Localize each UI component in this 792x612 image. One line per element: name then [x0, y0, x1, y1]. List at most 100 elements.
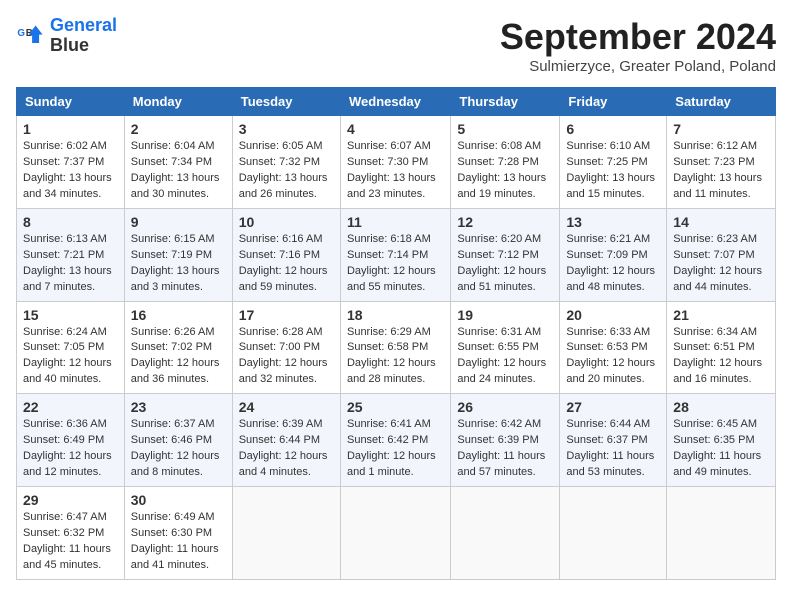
day-number: 24: [239, 399, 334, 415]
calendar-cell: 5 Sunrise: 6:08 AMSunset: 7:28 PMDaylight…: [451, 116, 560, 209]
calendar-cell: 3 Sunrise: 6:05 AMSunset: 7:32 PMDaylight…: [232, 116, 340, 209]
day-info: Sunrise: 6:28 AMSunset: 7:00 PMDaylight:…: [239, 325, 334, 389]
month-title: September 2024: [500, 16, 776, 58]
weekday-header-wednesday: Wednesday: [340, 88, 450, 116]
calendar-week-3: 15 Sunrise: 6:24 AMSunset: 7:05 PMDayligh…: [17, 301, 776, 394]
day-number: 8: [23, 214, 118, 230]
calendar-week-5: 29 Sunrise: 6:47 AMSunset: 6:32 PMDayligh…: [17, 487, 776, 580]
calendar-table: SundayMondayTuesdayWednesdayThursdayFrid…: [16, 87, 776, 580]
weekday-header-tuesday: Tuesday: [232, 88, 340, 116]
calendar-cell: 19 Sunrise: 6:31 AMSunset: 6:55 PMDayligh…: [451, 301, 560, 394]
calendar-cell: 11Sunrise: 6:18 AMSunset: 7:14 PMDayligh…: [340, 208, 450, 301]
day-number: 27: [566, 399, 660, 415]
day-info: Sunrise: 6:07 AMSunset: 7:30 PMDaylight:…: [347, 139, 444, 203]
logo-line2: Blue: [50, 36, 117, 56]
day-info: Sunrise: 6:47 AMSunset: 6:32 PMDaylight:…: [23, 510, 118, 574]
weekday-header-monday: Monday: [124, 88, 232, 116]
location-subtitle: Sulmierzyce, Greater Poland, Poland: [500, 58, 776, 75]
day-info: Sunrise: 6:10 AMSunset: 7:25 PMDaylight:…: [566, 139, 660, 203]
day-info: Sunrise: 6:26 AMSunset: 7:02 PMDaylight:…: [131, 325, 226, 389]
day-number: 26: [457, 399, 553, 415]
calendar-cell: 17 Sunrise: 6:28 AMSunset: 7:00 PMDayligh…: [232, 301, 340, 394]
calendar-week-2: 8 Sunrise: 6:13 AMSunset: 7:21 PMDaylight…: [17, 208, 776, 301]
day-number: 21: [673, 307, 769, 323]
calendar-cell: 26 Sunrise: 6:42 AMSunset: 6:39 PMDayligh…: [451, 394, 560, 487]
calendar-cell: 4 Sunrise: 6:07 AMSunset: 7:30 PMDaylight…: [340, 116, 450, 209]
weekday-header-row: SundayMondayTuesdayWednesdayThursdayFrid…: [17, 88, 776, 116]
day-info: Sunrise: 6:33 AMSunset: 6:53 PMDaylight:…: [566, 325, 660, 389]
day-number: 29: [23, 492, 118, 508]
calendar-cell: 2Sunrise: 6:04 AMSunset: 7:34 PMDaylight…: [124, 116, 232, 209]
day-info: Sunrise: 6:05 AMSunset: 7:32 PMDaylight:…: [239, 139, 334, 203]
day-number: 28: [673, 399, 769, 415]
day-info: Sunrise: 6:37 AMSunset: 6:46 PMDaylight:…: [131, 417, 226, 481]
calendar-cell: [560, 487, 667, 580]
day-number: 4: [347, 121, 444, 137]
day-number: 19: [457, 307, 553, 323]
calendar-cell: 12Sunrise: 6:20 AMSunset: 7:12 PMDayligh…: [451, 208, 560, 301]
day-info: Sunrise: 6:21 AMSunset: 7:09 PMDaylight:…: [566, 232, 660, 296]
calendar-cell: 10 Sunrise: 6:16 AMSunset: 7:16 PMDayligh…: [232, 208, 340, 301]
calendar-cell: 24 Sunrise: 6:39 AMSunset: 6:44 PMDayligh…: [232, 394, 340, 487]
day-info: Sunrise: 6:36 AMSunset: 6:49 PMDaylight:…: [23, 417, 118, 481]
weekday-header-friday: Friday: [560, 88, 667, 116]
day-number: 6: [566, 121, 660, 137]
day-info: Sunrise: 6:39 AMSunset: 6:44 PMDaylight:…: [239, 417, 334, 481]
day-info: Sunrise: 6:23 AMSunset: 7:07 PMDaylight:…: [673, 232, 769, 296]
day-info: Sunrise: 6:31 AMSunset: 6:55 PMDaylight:…: [457, 325, 553, 389]
day-info: Sunrise: 6:20 AMSunset: 7:12 PMDaylight:…: [457, 232, 553, 296]
weekday-header-thursday: Thursday: [451, 88, 560, 116]
day-info: Sunrise: 6:29 AMSunset: 6:58 PMDaylight:…: [347, 325, 444, 389]
calendar-cell: [340, 487, 450, 580]
calendar-cell: 28 Sunrise: 6:45 AMSunset: 6:35 PMDayligh…: [667, 394, 776, 487]
logo-line1: General: [50, 15, 117, 35]
day-number: 15: [23, 307, 118, 323]
day-number: 22: [23, 399, 118, 415]
day-info: Sunrise: 6:41 AMSunset: 6:42 PMDaylight:…: [347, 417, 444, 481]
logo: G B General Blue: [16, 16, 117, 56]
day-info: Sunrise: 6:12 AMSunset: 7:23 PMDaylight:…: [673, 139, 769, 203]
day-number: 10: [239, 214, 334, 230]
calendar-cell: [232, 487, 340, 580]
day-number: 5: [457, 121, 553, 137]
day-number: 14: [673, 214, 769, 230]
day-number: 13: [566, 214, 660, 230]
calendar-cell: [667, 487, 776, 580]
day-number: 3: [239, 121, 334, 137]
day-number: 30: [131, 492, 226, 508]
calendar-cell: 25 Sunrise: 6:41 AMSunset: 6:42 PMDayligh…: [340, 394, 450, 487]
day-info: Sunrise: 6:49 AMSunset: 6:30 PMDaylight:…: [131, 510, 226, 574]
day-info: Sunrise: 6:24 AMSunset: 7:05 PMDaylight:…: [23, 325, 118, 389]
title-block: September 2024 Sulmierzyce, Greater Pola…: [500, 16, 776, 75]
calendar-week-1: 1 Sunrise: 6:02 AMSunset: 7:37 PMDaylight…: [17, 116, 776, 209]
calendar-cell: 27 Sunrise: 6:44 AMSunset: 6:37 PMDayligh…: [560, 394, 667, 487]
day-info: Sunrise: 6:02 AMSunset: 7:37 PMDaylight:…: [23, 139, 118, 203]
calendar-cell: 6 Sunrise: 6:10 AMSunset: 7:25 PMDaylight…: [560, 116, 667, 209]
calendar-cell: 20Sunrise: 6:33 AMSunset: 6:53 PMDayligh…: [560, 301, 667, 394]
calendar-cell: 14 Sunrise: 6:23 AMSunset: 7:07 PMDayligh…: [667, 208, 776, 301]
day-number: 11: [347, 214, 444, 230]
weekday-header-saturday: Saturday: [667, 88, 776, 116]
day-info: Sunrise: 6:44 AMSunset: 6:37 PMDaylight:…: [566, 417, 660, 481]
day-info: Sunrise: 6:16 AMSunset: 7:16 PMDaylight:…: [239, 232, 334, 296]
day-info: Sunrise: 6:45 AMSunset: 6:35 PMDaylight:…: [673, 417, 769, 481]
day-number: 9: [131, 214, 226, 230]
day-number: 1: [23, 121, 118, 137]
day-info: Sunrise: 6:42 AMSunset: 6:39 PMDaylight:…: [457, 417, 553, 481]
calendar-cell: 30 Sunrise: 6:49 AMSunset: 6:30 PMDayligh…: [124, 487, 232, 580]
day-number: 17: [239, 307, 334, 323]
svg-text:G: G: [17, 28, 25, 39]
day-number: 25: [347, 399, 444, 415]
day-info: Sunrise: 6:08 AMSunset: 7:28 PMDaylight:…: [457, 139, 553, 203]
day-number: 23: [131, 399, 226, 415]
day-info: Sunrise: 6:13 AMSunset: 7:21 PMDaylight:…: [23, 232, 118, 296]
calendar-cell: [451, 487, 560, 580]
calendar-cell: 29 Sunrise: 6:47 AMSunset: 6:32 PMDayligh…: [17, 487, 125, 580]
day-info: Sunrise: 6:15 AMSunset: 7:19 PMDaylight:…: [131, 232, 226, 296]
day-number: 18: [347, 307, 444, 323]
day-number: 2: [131, 121, 226, 137]
calendar-cell: 21Sunrise: 6:34 AMSunset: 6:51 PMDayligh…: [667, 301, 776, 394]
calendar-cell: 22 Sunrise: 6:36 AMSunset: 6:49 PMDayligh…: [17, 394, 125, 487]
page-header: G B General Blue September 2024 Sulmierz…: [16, 16, 776, 75]
weekday-header-sunday: Sunday: [17, 88, 125, 116]
